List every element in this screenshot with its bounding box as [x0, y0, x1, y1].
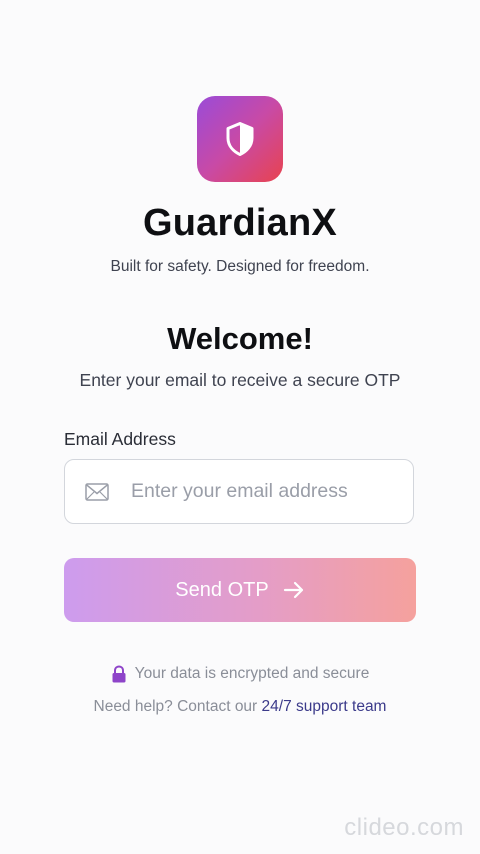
lock-icon: [112, 665, 126, 683]
email-input[interactable]: [129, 479, 403, 504]
app-logo: [197, 96, 283, 182]
mail-icon: [85, 482, 109, 501]
security-note: Your data is encrypted and secure: [0, 665, 480, 683]
welcome-subtitle: Enter your email to receive a secure OTP: [79, 370, 401, 390]
send-otp-button[interactable]: Send OTP: [64, 558, 416, 622]
shield-icon: [226, 122, 254, 156]
email-label: Email Address: [64, 429, 176, 449]
help-note: Need help? Contact our 24/7 support team: [0, 698, 480, 716]
app-tagline: Built for safety. Designed for freedom.: [110, 258, 370, 275]
send-otp-label: Send OTP: [175, 578, 269, 601]
arrow-right-icon: [283, 581, 303, 599]
watermark: clideo.com: [344, 814, 464, 841]
app-title: GuardianX: [143, 202, 337, 244]
email-field[interactable]: [64, 459, 414, 524]
welcome-heading: Welcome!: [167, 321, 313, 356]
help-prefix: Need help? Contact our: [93, 698, 258, 715]
security-text: Your data is encrypted and secure: [134, 665, 370, 682]
support-link[interactable]: 24/7 support team: [262, 698, 387, 715]
